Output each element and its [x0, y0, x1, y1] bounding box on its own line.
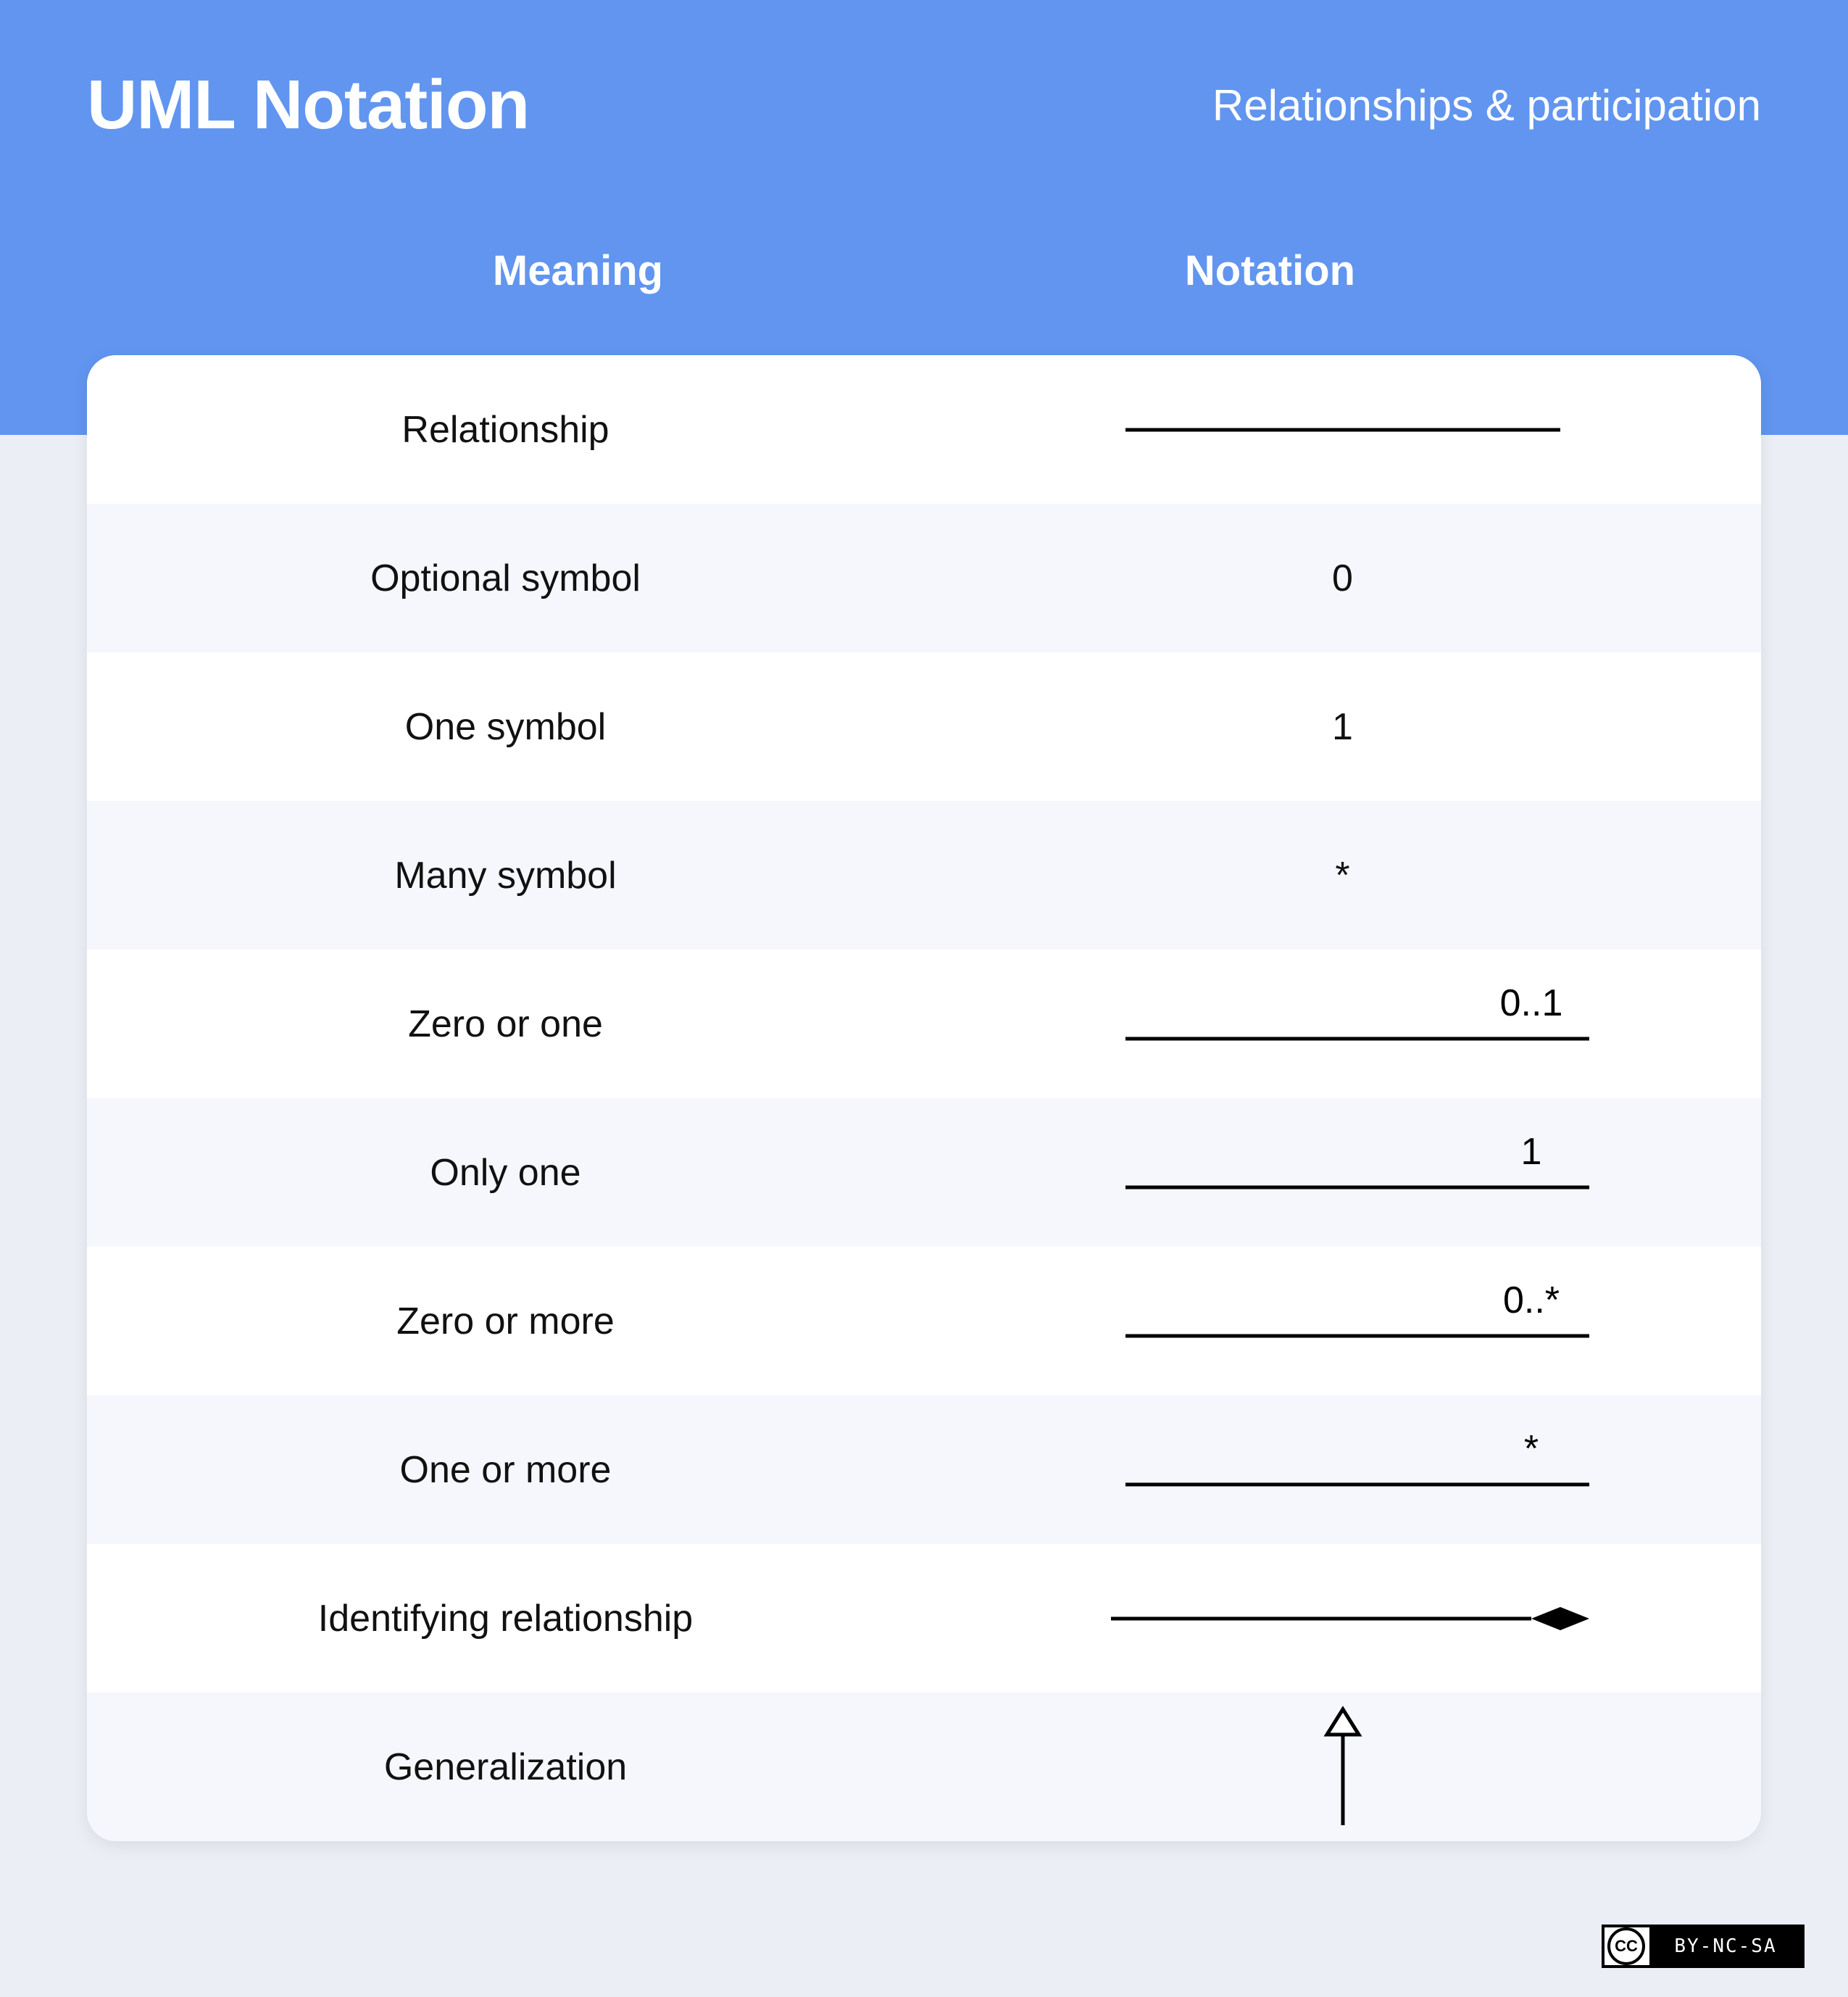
notation-table: Relationship Optional symbol 0 One symbol 1 M… — [87, 355, 1761, 1841]
page-subtitle: Relationships & participation — [1212, 80, 1761, 130]
cc-icon: CC — [1607, 1927, 1645, 1965]
col-header-meaning: Meaning — [232, 246, 924, 295]
table-row: Only one 1 — [87, 1098, 1761, 1247]
notation-cell — [924, 1597, 1761, 1640]
notation-cell: 0..1 — [924, 981, 1761, 1068]
notation-symbol: 1 — [1332, 705, 1353, 749]
meaning-cell: Many symbol — [87, 854, 924, 897]
notation-cell: 1 — [924, 1129, 1761, 1216]
line-with-label-icon: * — [1082, 1427, 1604, 1514]
arrow-up-icon — [1314, 1706, 1372, 1829]
table-row: Relationship — [87, 355, 1761, 504]
table-row: Zero or one 0..1 — [87, 950, 1761, 1098]
meaning-cell: One symbol — [87, 705, 924, 749]
license-text: BY-NC-SA — [1649, 1927, 1802, 1965]
column-headers: Meaning Notation — [87, 246, 1761, 295]
meaning-cell: Only one — [87, 1151, 924, 1195]
table-row: Identifying relationship — [87, 1544, 1761, 1693]
table-row: One symbol 1 — [87, 652, 1761, 801]
notation-symbol: * — [1335, 854, 1349, 897]
license-badge: CC BY-NC-SA — [1602, 1925, 1805, 1968]
table-row: One or more * — [87, 1395, 1761, 1544]
page-title: UML Notation — [87, 65, 529, 145]
notation-symbol: 0 — [1332, 557, 1353, 600]
meaning-cell: One or more — [87, 1448, 924, 1492]
notation-cell — [924, 415, 1761, 444]
meaning-cell: Zero or one — [87, 1002, 924, 1046]
table-row: Zero or more 0..* — [87, 1247, 1761, 1395]
table-row: Optional symbol 0 — [87, 504, 1761, 652]
notation-cell: 0..* — [924, 1278, 1761, 1365]
meaning-cell: Identifying relationship — [87, 1597, 924, 1640]
svg-text:1: 1 — [1520, 1131, 1541, 1173]
meaning-cell: Generalization — [87, 1745, 924, 1789]
meaning-cell: Optional symbol — [87, 557, 924, 600]
notation-cell: 1 — [924, 705, 1761, 749]
line-with-label-icon: 0..1 — [1082, 981, 1604, 1068]
meaning-cell: Relationship — [87, 408, 924, 452]
line-icon — [1118, 415, 1568, 444]
meaning-cell: Zero or more — [87, 1300, 924, 1343]
header-top: UML Notation Relationships & participati… — [87, 65, 1761, 145]
notation-cell: * — [924, 854, 1761, 897]
notation-cell: * — [924, 1427, 1761, 1514]
svg-text:0..1: 0..1 — [1499, 982, 1562, 1024]
svg-text:*: * — [1523, 1428, 1538, 1470]
svg-text:0..*: 0..* — [1502, 1279, 1559, 1321]
table-row: Many symbol * — [87, 801, 1761, 950]
table-row: Generalization — [87, 1693, 1761, 1841]
notation-cell — [924, 1706, 1761, 1829]
line-with-label-icon: 1 — [1082, 1129, 1604, 1216]
line-with-label-icon: 0..* — [1082, 1278, 1604, 1365]
line-diamond-icon — [1082, 1597, 1604, 1640]
notation-cell: 0 — [924, 557, 1761, 600]
col-header-notation: Notation — [924, 246, 1616, 295]
